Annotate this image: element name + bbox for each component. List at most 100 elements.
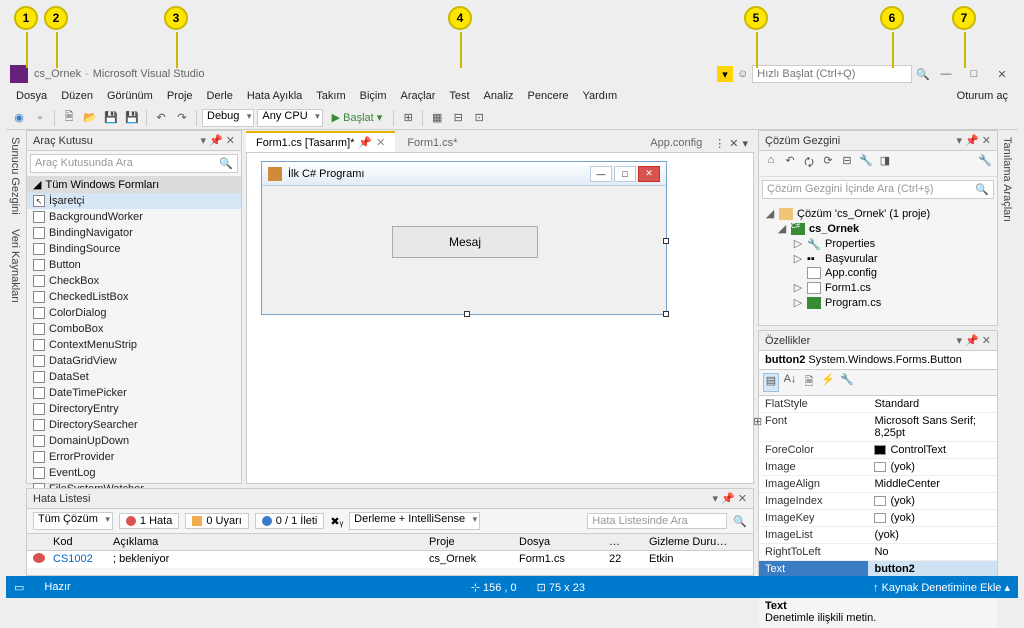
filter-icon[interactable]: ✖ᵧ	[330, 515, 343, 528]
tree-node[interactable]: ▷🔧Properties	[763, 236, 993, 251]
toolbox-item[interactable]: CheckedListBox	[27, 289, 241, 305]
toolbox-item[interactable]: EventLog	[27, 465, 241, 481]
notifications-icon[interactable]: ▾	[717, 66, 733, 82]
wrench-icon[interactable]: 🔧	[977, 154, 993, 173]
property-value[interactable]: button2	[868, 561, 997, 577]
expand-icon[interactable]: ▷	[793, 237, 803, 250]
error-search[interactable]: Hata Listesinde Ara	[587, 513, 727, 529]
expand-icon[interactable]: ▷	[793, 296, 803, 309]
toolbox-item[interactable]: ↖İşaretçi	[27, 193, 241, 209]
tree-project[interactable]: ◢C#cs_Ornek	[763, 221, 993, 236]
error-code[interactable]: CS1002	[47, 551, 107, 568]
expand-icon[interactable]: ◢	[777, 222, 787, 235]
property-value[interactable]: Standard	[868, 396, 997, 412]
solution-search[interactable]: Çözüm Gezgini İçinde Ara (Ctrl+ş)🔍	[762, 180, 994, 199]
sign-in-link[interactable]: Oturum aç	[951, 88, 1014, 104]
toolbox-item[interactable]: DataGridView	[27, 353, 241, 369]
toolbox-item[interactable]: DateTimePicker	[27, 385, 241, 401]
close-button[interactable]: ✕	[990, 68, 1014, 81]
menu-tools[interactable]: Araçlar	[395, 88, 442, 104]
collapse-icon[interactable]: ⊟	[839, 154, 855, 173]
property-value[interactable]: (yok)	[868, 493, 997, 509]
source-control-link[interactable]: ↑ Kaynak Denetimine Ekle ▴	[873, 581, 1010, 594]
menu-window[interactable]: Pencere	[522, 88, 575, 104]
close-icon[interactable]: ✕	[738, 492, 747, 505]
tab-form-code[interactable]: Form1.cs*	[397, 132, 467, 152]
menu-project[interactable]: Proje	[161, 88, 199, 104]
property-row[interactable]: ImageIndex(yok)	[759, 493, 997, 510]
close-icon[interactable]: ✕	[226, 134, 235, 147]
config-combo[interactable]: Debug	[202, 109, 254, 127]
menu-help[interactable]: Yardım	[577, 88, 624, 104]
redo-icon[interactable]: ↷	[173, 109, 191, 127]
start-button[interactable]: ▶ Başlat ▾	[326, 111, 389, 124]
tab-overflow-icon[interactable]: ⋮	[714, 137, 725, 150]
prop-icon[interactable]: 🗎	[801, 373, 817, 392]
toolbox-item[interactable]: ComboBox	[27, 321, 241, 337]
property-row[interactable]: FlatStyleStandard	[759, 396, 997, 413]
resize-handle[interactable]	[663, 238, 669, 244]
toolbox-item[interactable]: Button	[27, 257, 241, 273]
pin-icon[interactable]: 📌	[721, 492, 735, 505]
tree-solution[interactable]: ◢Çözüm 'cs_Ornek' (1 proje)	[763, 206, 993, 221]
mesaj-button[interactable]: Mesaj	[392, 226, 538, 258]
save-icon[interactable]: 💾	[102, 109, 120, 127]
property-row[interactable]: ForeColorControlText	[759, 442, 997, 459]
form-window[interactable]: İlk C# Programı — □ ✕ Mesaj	[261, 161, 667, 315]
toolbox-item[interactable]: DataSet	[27, 369, 241, 385]
menu-team[interactable]: Takım	[310, 88, 351, 104]
menu-debug[interactable]: Hata Ayıkla	[241, 88, 308, 104]
close-icon[interactable]: ✕	[376, 136, 385, 149]
menu-analyze[interactable]: Analiz	[478, 88, 520, 104]
tree-node[interactable]: ▷Program.cs	[763, 295, 993, 310]
property-row[interactable]: ImageKey(yok)	[759, 510, 997, 527]
tree-node[interactable]: ▷Form1.cs	[763, 280, 993, 295]
warnings-filter[interactable]: 0 Uyarı	[185, 513, 248, 529]
toolbox-item[interactable]: CheckBox	[27, 273, 241, 289]
search-icon[interactable]: 🔍	[916, 68, 930, 81]
dropdown-icon[interactable]: ▾	[957, 134, 963, 147]
pin-icon[interactable]: ▾	[201, 134, 207, 147]
nav-fwd-icon[interactable]: ▫	[31, 109, 49, 127]
pin-icon[interactable]: 📌	[358, 136, 372, 149]
tab-appconfig[interactable]: App.config	[642, 134, 710, 152]
refresh-icon[interactable]: ⟳	[820, 154, 836, 173]
errors-filter[interactable]: 1 Hata	[119, 513, 179, 529]
property-value[interactable]: (yok)	[868, 527, 997, 543]
property-value[interactable]: (yok)	[868, 510, 997, 526]
layout-icon[interactable]: ⊞	[399, 109, 417, 127]
col-code[interactable]: Kod	[47, 534, 107, 550]
minimize-button[interactable]: —	[934, 68, 958, 80]
form-designer[interactable]: İlk C# Programı — □ ✕ Mesaj	[246, 152, 754, 484]
property-value[interactable]: ControlText	[868, 442, 997, 458]
property-value[interactable]: Microsoft Sans Serif; 8,25pt	[868, 413, 997, 441]
col-project[interactable]: Proje	[423, 534, 513, 550]
menu-edit[interactable]: Düzen	[55, 88, 99, 104]
toolbox-item[interactable]: BackgroundWorker	[27, 209, 241, 225]
property-value[interactable]: MiddleCenter	[868, 476, 997, 492]
events-icon[interactable]: ⚡	[820, 373, 836, 392]
close-icon[interactable]: ✕	[729, 137, 738, 150]
categorized-icon[interactable]: ▤	[763, 373, 779, 392]
tab-form-designer[interactable]: Form1.cs [Tasarım]*📌✕	[246, 131, 395, 152]
error-row[interactable]: CS1002 ; bekleniyor cs_Ornek Form1.cs 22…	[27, 551, 753, 568]
prop-icon[interactable]: 🔧	[839, 373, 855, 392]
show-all-icon[interactable]: ◨	[877, 154, 893, 173]
diagnostics-tab[interactable]: Tanılama Araçları	[998, 130, 1016, 229]
toolbox-item[interactable]: DomainUpDown	[27, 433, 241, 449]
home-icon[interactable]: ⌂	[763, 154, 779, 173]
new-project-icon[interactable]: 🗎	[60, 109, 78, 127]
undo-icon[interactable]: ↶	[152, 109, 170, 127]
align-icon[interactable]: ▦	[428, 109, 446, 127]
toolbox-item[interactable]: BindingSource	[27, 241, 241, 257]
menu-view[interactable]: Görünüm	[101, 88, 159, 104]
dropdown-icon[interactable]: ▾	[957, 334, 963, 347]
property-row[interactable]: ImageList(yok)	[759, 527, 997, 544]
expand-icon[interactable]: ▷	[793, 281, 803, 294]
back-icon[interactable]: ↶	[782, 154, 798, 173]
align-icon[interactable]: ⊟	[449, 109, 467, 127]
align-icon[interactable]: ⊡	[470, 109, 488, 127]
property-value[interactable]: (yok)	[868, 459, 997, 475]
property-row[interactable]: RightToLeftNo	[759, 544, 997, 561]
menu-build[interactable]: Derle	[201, 88, 239, 104]
